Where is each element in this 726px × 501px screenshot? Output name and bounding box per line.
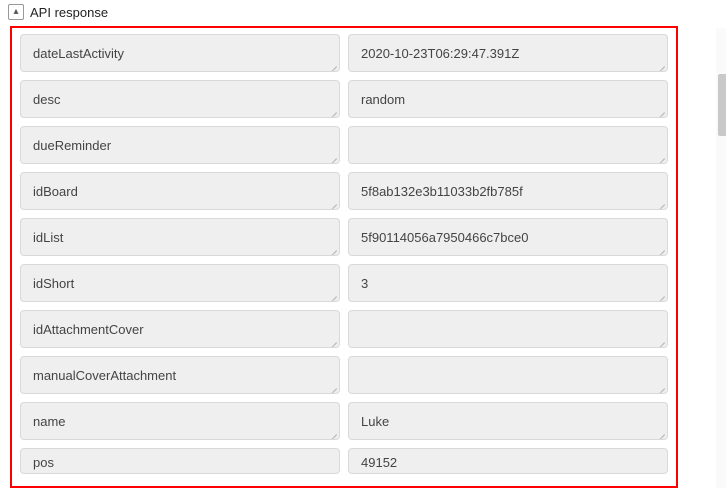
field-key[interactable]: desc <box>20 80 340 118</box>
field-value-text: 5f8ab132e3b11033b2fb785f <box>361 184 523 199</box>
resize-grip-icon <box>329 337 337 345</box>
table-row: dateLastActivity 2020-10-23T06:29:47.391… <box>20 34 668 72</box>
panel-title: API response <box>30 5 108 20</box>
field-key-text: idBoard <box>33 184 78 199</box>
field-value-text: 3 <box>361 276 368 291</box>
field-key[interactable]: idAttachmentCover <box>20 310 340 348</box>
field-key-text: dateLastActivity <box>33 46 124 61</box>
table-row: idBoard 5f8ab132e3b11033b2fb785f <box>20 172 668 210</box>
field-value[interactable]: 5f8ab132e3b11033b2fb785f <box>348 172 668 210</box>
table-row: desc random <box>20 80 668 118</box>
field-key-text: desc <box>33 92 60 107</box>
field-value-text: random <box>361 92 405 107</box>
resize-grip-icon <box>657 61 665 69</box>
field-key-text: idList <box>33 230 63 245</box>
field-key-text: name <box>33 414 66 429</box>
field-value[interactable]: 5f90114056a7950466c7bce0 <box>348 218 668 256</box>
field-value-text: 49152 <box>361 455 397 470</box>
resize-grip-icon <box>657 107 665 115</box>
resize-grip-icon <box>657 429 665 437</box>
field-key-text: pos <box>33 455 54 470</box>
field-key[interactable]: dateLastActivity <box>20 34 340 72</box>
response-rows: dateLastActivity 2020-10-23T06:29:47.391… <box>20 34 668 474</box>
field-value[interactable]: 3 <box>348 264 668 302</box>
resize-grip-icon <box>329 107 337 115</box>
scrollbar-track[interactable] <box>716 28 726 488</box>
table-row: idList 5f90114056a7950466c7bce0 <box>20 218 668 256</box>
field-value-text: 5f90114056a7950466c7bce0 <box>361 230 528 245</box>
resize-grip-icon <box>657 291 665 299</box>
field-value[interactable]: random <box>348 80 668 118</box>
resize-grip-icon <box>329 61 337 69</box>
field-key[interactable]: name <box>20 402 340 440</box>
resize-grip-icon <box>657 337 665 345</box>
resize-grip-icon <box>329 245 337 253</box>
field-value[interactable] <box>348 126 668 164</box>
field-key[interactable]: idList <box>20 218 340 256</box>
collapse-toggle[interactable]: ▴ <box>8 4 24 20</box>
field-value[interactable] <box>348 310 668 348</box>
field-value[interactable] <box>348 356 668 394</box>
response-frame: dateLastActivity 2020-10-23T06:29:47.391… <box>10 26 716 491</box>
resize-grip-icon <box>329 291 337 299</box>
field-key[interactable]: dueReminder <box>20 126 340 164</box>
field-key[interactable]: idShort <box>20 264 340 302</box>
table-row: idAttachmentCover <box>20 310 668 348</box>
resize-grip-icon <box>657 383 665 391</box>
table-row: manualCoverAttachment <box>20 356 668 394</box>
resize-grip-icon <box>657 199 665 207</box>
field-key[interactable]: idBoard <box>20 172 340 210</box>
resize-grip-icon <box>329 199 337 207</box>
chevron-up-icon: ▴ <box>13 7 18 17</box>
field-key[interactable]: pos <box>20 448 340 474</box>
scrollbar-thumb[interactable] <box>718 74 726 136</box>
field-value[interactable]: Luke <box>348 402 668 440</box>
field-value[interactable]: 2020-10-23T06:29:47.391Z <box>348 34 668 72</box>
response-highlight-box: dateLastActivity 2020-10-23T06:29:47.391… <box>10 26 678 488</box>
field-value-text: 2020-10-23T06:29:47.391Z <box>361 46 519 61</box>
resize-grip-icon <box>657 245 665 253</box>
table-row: name Luke <box>20 402 668 440</box>
field-key-text: idShort <box>33 276 74 291</box>
resize-grip-icon <box>657 153 665 161</box>
field-value[interactable]: 49152 <box>348 448 668 474</box>
field-key-text: idAttachmentCover <box>33 322 144 337</box>
field-key-text: dueReminder <box>33 138 111 153</box>
table-row: idShort 3 <box>20 264 668 302</box>
resize-grip-icon <box>329 153 337 161</box>
field-key[interactable]: manualCoverAttachment <box>20 356 340 394</box>
field-value-text: Luke <box>361 414 389 429</box>
panel-header: ▴ API response <box>0 0 726 26</box>
table-row: pos 49152 <box>20 448 668 474</box>
resize-grip-icon <box>329 383 337 391</box>
field-key-text: manualCoverAttachment <box>33 368 176 383</box>
resize-grip-icon <box>329 429 337 437</box>
table-row: dueReminder <box>20 126 668 164</box>
